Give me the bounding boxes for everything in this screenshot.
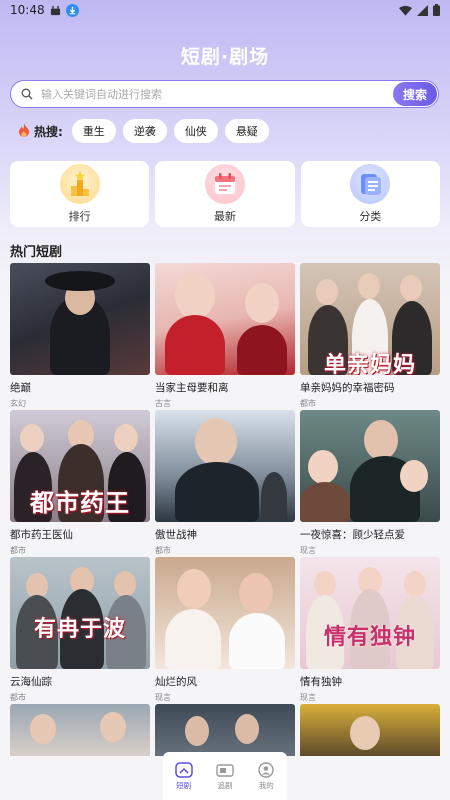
drama-poster[interactable] [300,704,440,756]
calendar-icon [204,164,245,204]
trophy-icon [59,164,100,204]
drama-card[interactable]: 情有独钟 情有独钟 现言 [300,557,440,704]
category-ranking[interactable]: 排行 [10,161,150,227]
section-title: 热门短剧 [10,245,63,260]
drama-title: 绝巅 [10,382,31,394]
status-bar: 10:48 [0,0,450,20]
drama-title: 都市药王医仙 [10,529,73,541]
search-button[interactable]: 搜索 [393,82,437,106]
nav-label: 我的 [258,780,274,790]
poster-title-art: 有冉于波 [33,616,126,642]
nav-label: 追剧 [217,780,233,790]
hot-tag[interactable]: 仙侠 [173,119,218,143]
drama-card[interactable]: 有冉于波 云海仙踪 都市 [10,557,150,704]
hot-tag[interactable]: 重生 [71,119,116,143]
fire-icon [18,122,30,141]
drama-poster [155,557,295,669]
category-label: 最新 [213,210,236,223]
poster-title-art: 都市药王 [30,488,130,517]
drama-poster: 有冉于波 [10,557,150,669]
drama-card[interactable]: 一夜惊喜：顾少轻点爱 现言 [300,410,440,557]
status-time: 10:48 [10,3,45,17]
drama-grid-partial-row [10,704,440,756]
drama-genre: 古言 [155,399,171,408]
profile-icon [257,761,275,778]
video-icon [216,762,234,778]
drama-genre: 玄幻 [10,399,26,408]
bottom-nav: 短剧 追剧 我的 [163,752,287,800]
poster-title-art: 情有独钟 [323,624,416,650]
drama-genre: 都市 [10,693,26,702]
drama-card[interactable]: 绝巅 玄幻 [10,263,150,410]
drama-title: 情有独钟 [300,676,342,688]
drama-card[interactable]: 灿烂的风 现言 [155,557,295,704]
category-classify[interactable]: 分类 [300,161,440,227]
nav-item-profile[interactable]: 我的 [257,761,275,791]
drama-genre: 现言 [300,546,316,555]
drama-poster[interactable] [10,704,150,756]
drama-poster [155,410,295,522]
signal-icon [417,4,428,16]
drama-poster [10,263,150,375]
nav-item-following[interactable]: 追剧 [216,762,234,791]
category-latest[interactable]: 最新 [155,161,295,227]
drama-poster[interactable] [155,704,295,756]
hot-search-row: 热搜: 重生 逆袭 仙侠 悬疑 [18,119,269,143]
play-icon [174,761,193,778]
wifi-icon [399,5,412,16]
drama-card[interactable]: 都市药王 都市药王医仙 都市 [10,410,150,557]
search-icon [21,85,33,104]
category-row: 排行 最新 分类 [10,161,440,227]
drama-card[interactable]: 傲世战神 都市 [155,410,295,557]
hot-tag[interactable]: 悬疑 [224,119,269,143]
download-icon [65,3,79,17]
hot-tag[interactable]: 逆袭 [122,119,167,143]
drama-title: 单亲妈妈的幸福密码 [300,382,395,394]
drama-title: 灿烂的风 [155,676,197,688]
drama-genre: 现言 [155,693,171,702]
drama-genre: 都市 [10,546,26,555]
poster-title-art: 单亲妈妈 [323,352,416,375]
nav-item-short-drama[interactable]: 短剧 [174,761,193,791]
android-icon [50,5,61,16]
drama-poster: 都市药王 [10,410,150,522]
drama-title: 云海仙踪 [10,676,52,688]
drama-poster [300,410,440,522]
app-title: 短剧·剧场 [180,46,270,68]
category-label: 分类 [359,210,382,223]
hot-search-label: 热搜: [34,124,63,139]
drama-grid: 绝巅 玄幻 当家主母要和离 古言 单亲妈妈 单亲妈妈的幸福密码 都市 都市药王 … [10,263,440,704]
nav-label: 短剧 [176,780,192,790]
battery-icon [433,4,440,16]
drama-card[interactable]: 当家主母要和离 古言 [155,263,295,410]
drama-genre: 现言 [300,693,316,702]
search-input[interactable] [41,87,393,101]
drama-card[interactable]: 单亲妈妈 单亲妈妈的幸福密码 都市 [300,263,440,410]
drama-genre: 都市 [155,546,171,555]
drama-title: 傲世战神 [155,529,197,541]
drama-genre: 都市 [300,399,316,408]
drama-poster: 单亲妈妈 [300,263,440,375]
drama-poster [155,263,295,375]
search-bar[interactable]: 搜索 [10,80,439,108]
drama-title: 当家主母要和离 [155,382,229,394]
category-icon [350,164,391,204]
drama-title: 一夜惊喜：顾少轻点爱 [300,529,405,541]
drama-poster: 情有独钟 [300,557,440,669]
category-label: 排行 [68,210,91,223]
